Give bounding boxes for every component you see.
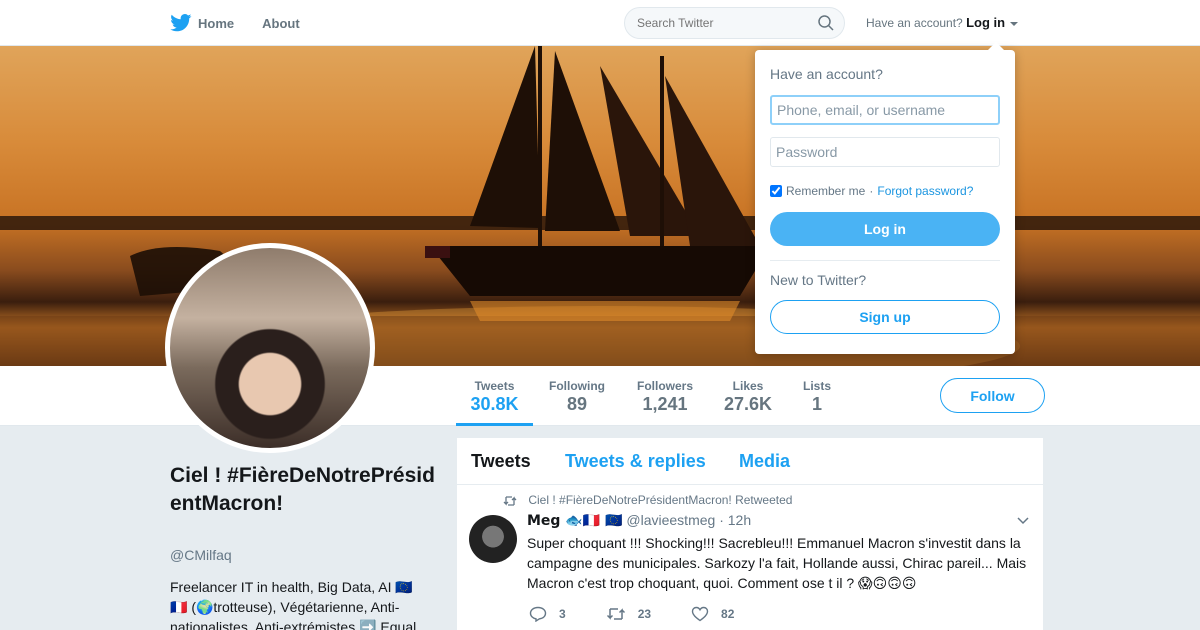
stat-lists[interactable]: Lists 1: [797, 366, 837, 426]
nav-login-link[interactable]: Log in: [966, 15, 1005, 30]
twitter-bird-icon: [170, 14, 192, 32]
remember-me-checkbox[interactable]: [770, 185, 782, 197]
new-to-twitter-label: New to Twitter?: [770, 272, 867, 288]
stat-value: 27.6K: [723, 394, 773, 414]
search-box[interactable]: [624, 7, 845, 39]
stat-value: 30.8K: [470, 394, 519, 414]
profile-handle[interactable]: @CMilfaq: [170, 547, 232, 563]
heart-icon: [691, 606, 709, 622]
profile-avatar[interactable]: [165, 243, 375, 453]
nav-home-link[interactable]: Home: [170, 14, 234, 32]
search-icon[interactable]: [818, 15, 834, 31]
tab-media[interactable]: Media: [739, 451, 790, 472]
tweet-author-name[interactable]: Meg 🐟🇫🇷 🇪🇺: [527, 513, 623, 529]
stat-label: Tweets: [474, 379, 515, 393]
retweet-context-text: Ciel ! #FièreDeNotrePrésidentMacron! Ret…: [528, 493, 793, 507]
tweet-header: Meg 🐟🇫🇷 🇪🇺 @lavieestmeg · 12h: [527, 512, 751, 529]
signup-button[interactable]: Sign up: [770, 300, 1000, 334]
dropdown-caret: [988, 42, 1004, 50]
remember-me-label[interactable]: Remember me: [786, 184, 865, 198]
stat-likes[interactable]: Likes 27.6K: [718, 366, 778, 426]
timeline-tabs: Tweets Tweets & replies Media: [457, 438, 1043, 485]
search-input[interactable]: [637, 8, 807, 38]
chevron-down-icon: [1010, 21, 1019, 26]
nav-home-label: Home: [198, 15, 235, 31]
username-field[interactable]: [770, 95, 1000, 125]
retweet-context: Ciel ! #FièreDeNotrePrésidentMacron! Ret…: [503, 493, 792, 507]
stat-value: 1,241: [642, 394, 688, 414]
tab-tweets-replies[interactable]: Tweets & replies: [565, 451, 706, 472]
password-field[interactable]: [770, 137, 1000, 167]
retweet-icon: [606, 608, 625, 620]
timeline: Tweets Tweets & replies Media Ciel ! #Fi…: [456, 437, 1044, 630]
tweet-timestamp[interactable]: · 12h: [719, 512, 751, 528]
reply-action[interactable]: 3: [529, 606, 566, 622]
stat-following[interactable]: Following 89: [540, 366, 614, 426]
forgot-password-link[interactable]: Forgot password?: [877, 184, 973, 198]
nav-about-link[interactable]: About: [262, 16, 300, 31]
stat-label: Following: [549, 379, 605, 393]
stat-tweets[interactable]: Tweets 30.8K: [456, 366, 533, 426]
login-dropdown: Have an account? Remember me · Forgot pa…: [755, 42, 1015, 354]
retweet-action[interactable]: 23: [606, 606, 651, 622]
retweet-icon: [503, 496, 517, 506]
login-button[interactable]: Log in: [770, 212, 1000, 246]
stat-value: 89: [566, 394, 588, 414]
stat-label: Lists: [802, 379, 831, 393]
chevron-down-icon[interactable]: [1017, 517, 1029, 525]
top-navigation: Home About Have an account? Log in: [0, 0, 1200, 46]
divider: [770, 260, 1000, 261]
tab-tweets[interactable]: Tweets: [471, 451, 531, 472]
tweet-text: Super choquant !!! Shocking!!! Sacrebleu…: [527, 535, 1027, 591]
stat-value: 1: [811, 394, 822, 414]
follow-button[interactable]: Follow: [940, 378, 1045, 413]
tweet-actions: 3 23 82: [529, 606, 774, 622]
tweet-author-avatar[interactable]: [469, 515, 517, 563]
stat-label: Followers: [636, 379, 693, 393]
stat-followers[interactable]: Followers 1,241: [630, 366, 700, 426]
separator-dot: ·: [869, 184, 874, 198]
reply-icon: [529, 606, 547, 622]
like-count: 82: [721, 607, 735, 621]
stat-label: Likes: [732, 379, 764, 393]
login-dropdown-title: Have an account?: [770, 66, 883, 82]
retweet-count: 23: [637, 607, 652, 621]
tweet-author-handle[interactable]: @lavieestmeg: [626, 512, 715, 528]
remember-row: Remember me · Forgot password?: [770, 184, 973, 198]
like-action[interactable]: 82: [691, 606, 734, 622]
nav-left: Home About: [170, 0, 328, 46]
reply-count: 3: [559, 607, 566, 621]
account-prompt: Have an account?: [866, 16, 963, 30]
profile-name[interactable]: Ciel ! #FièreDeNotrePrésidentMacron!: [170, 462, 440, 518]
tweet-item[interactable]: Ciel ! #FièreDeNotrePrésidentMacron! Ret…: [457, 485, 1043, 630]
profile-bio: Freelancer IT in health, Big Data, AI 🇪🇺…: [170, 579, 417, 630]
account-menu[interactable]: Have an account? Log in: [866, 0, 1019, 46]
